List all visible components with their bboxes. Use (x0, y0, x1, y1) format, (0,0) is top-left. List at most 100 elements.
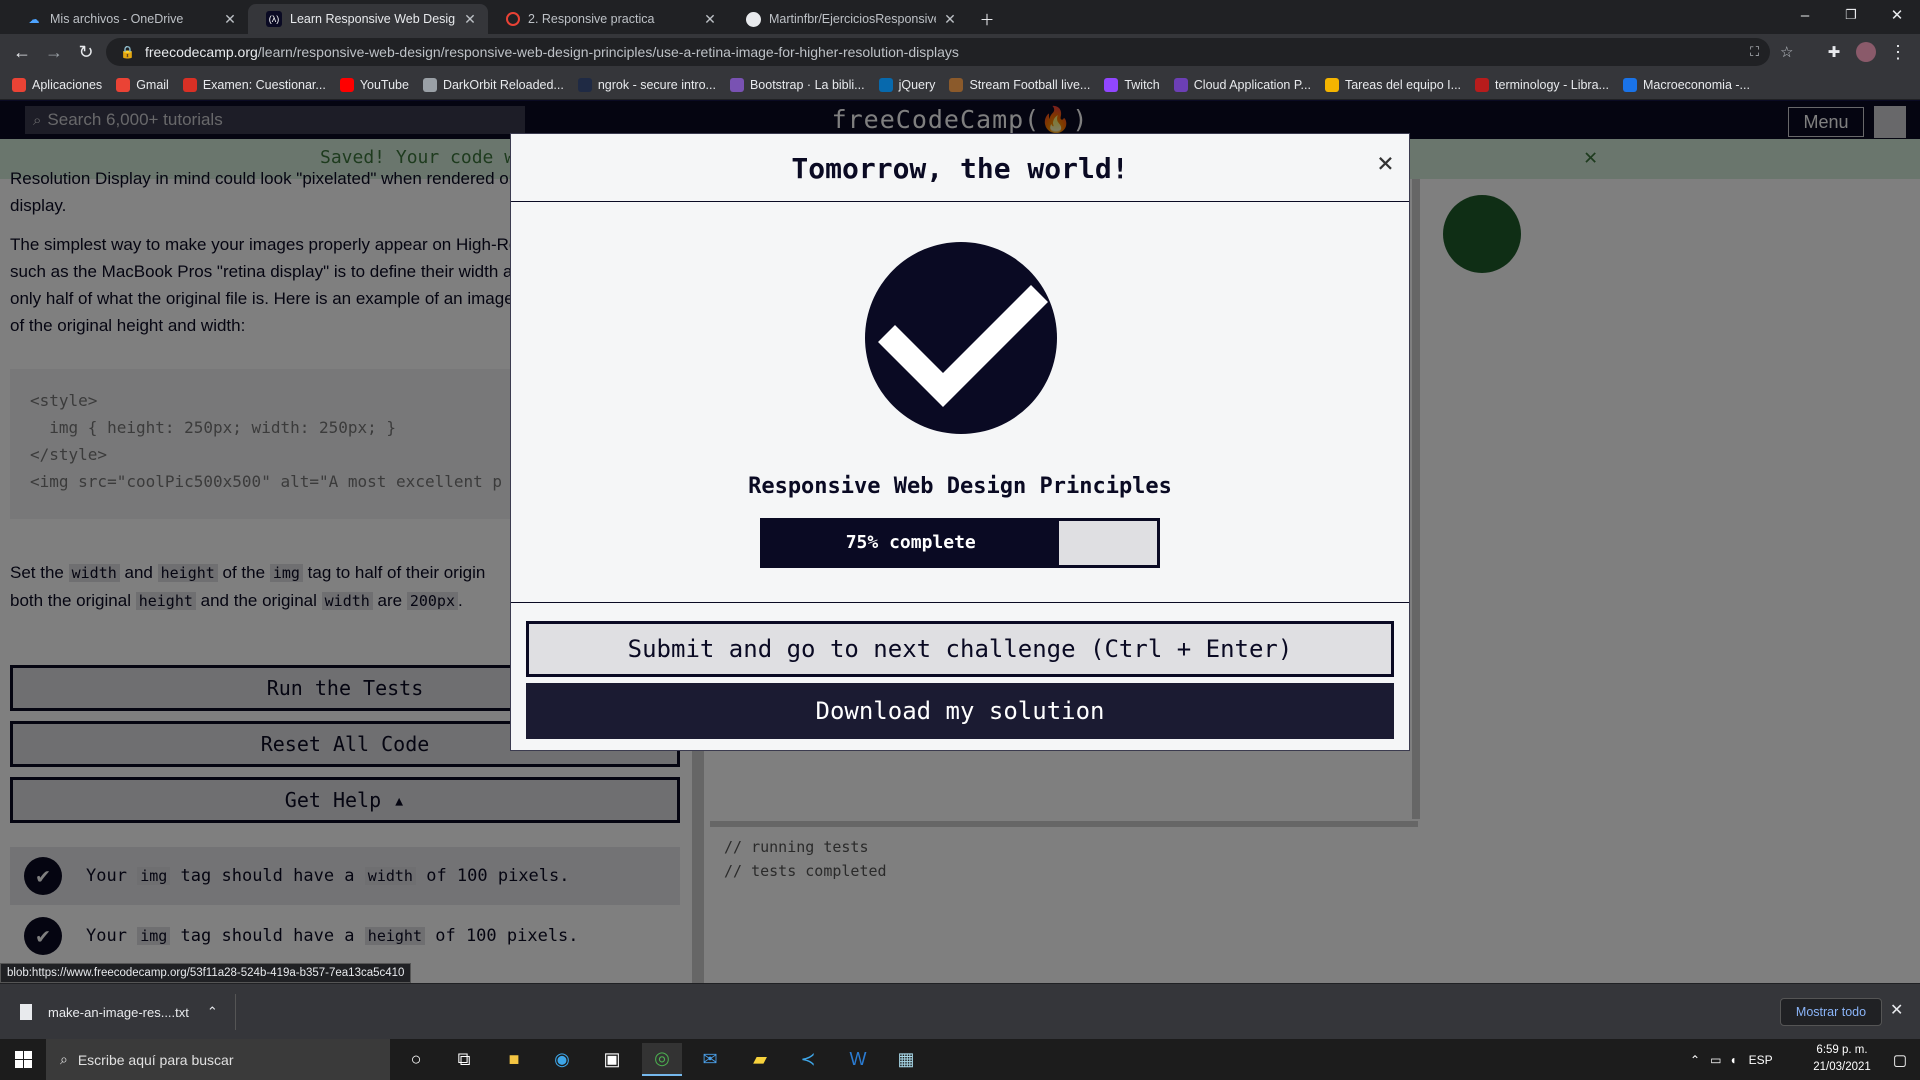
bookmark-label: ngrok - secure intro... (597, 77, 716, 92)
download-solution-button[interactable]: Download my solution (526, 683, 1394, 739)
bookmark-item[interactable]: Cloud Application P... (1173, 77, 1311, 92)
show-all-button[interactable]: Mostrar todo (1780, 998, 1882, 1026)
forward-button[interactable]: → (40, 39, 68, 65)
modal-footer: Submit and go to next challenge (Ctrl + … (511, 602, 1409, 750)
search-icon: ⌕ (60, 1051, 68, 1067)
bookmark-item[interactable]: Tareas del equipo I... (1324, 77, 1462, 92)
bookmark-label: jQuery (898, 77, 936, 92)
back-button[interactable]: ← (8, 39, 36, 65)
windows-start-button[interactable] (0, 1039, 46, 1080)
file-icon (20, 1004, 32, 1020)
bookmark-label: Tareas del equipo I... (1344, 77, 1462, 92)
download-item[interactable]: make-an-image-res....txt ⌃ (10, 994, 236, 1030)
bookmark-item[interactable]: ngrok - secure intro... (577, 77, 716, 92)
notifications-icon[interactable]: ▢ (1880, 1043, 1920, 1076)
close-tab-icon[interactable]: ✕ (702, 11, 718, 28)
bookmarks-bar: Aplicaciones Gmail Examen: Cuestionar... Yo… (0, 70, 1920, 100)
clock[interactable]: 6:59 p. m. 21/03/2021 (1792, 1042, 1892, 1076)
close-tab-icon[interactable]: ✕ (222, 11, 238, 28)
bookmark-label: Cloud Application P... (1193, 77, 1311, 92)
bookmark-label: DarkOrbit Reloaded... (442, 77, 564, 92)
calculator-icon[interactable]: ▦ (886, 1043, 926, 1076)
modal-header: Tomorrow, the world! × (511, 134, 1409, 202)
loading-icon (506, 12, 520, 26)
bookmark-item[interactable]: Stream Football live... (949, 77, 1091, 92)
tab-freecodecamp[interactable]: (λ) Learn Responsive Web Design Pr ✕ (248, 4, 488, 34)
tab-responsive-practica[interactable]: 2. Responsive practica ✕ (488, 4, 728, 34)
chrome-menu-icon[interactable]: ⋮ (1884, 39, 1912, 65)
bookmark-label: Twitch (1124, 77, 1160, 92)
modal-title: Tomorrow, the world! (791, 152, 1129, 185)
volume-icon[interactable]: ◖ (1729, 1053, 1736, 1067)
close-tab-icon[interactable]: ✕ (462, 11, 478, 28)
bookmark-label: Macroeconomia -... (1642, 77, 1750, 92)
bookmark-item[interactable]: jQuery (878, 77, 936, 92)
tab-onedrive[interactable]: ☁ Mis archivos - OneDrive ✕ (8, 4, 248, 34)
edge-icon[interactable]: ◉ (542, 1043, 582, 1076)
bookmark-icon (1104, 77, 1119, 92)
bookmark-icon (116, 77, 131, 92)
vscode-icon[interactable]: ≺ (788, 1043, 828, 1076)
language-indicator[interactable]: ESP (1749, 1053, 1773, 1067)
chrome-icon[interactable]: ◎ (642, 1043, 682, 1076)
bookmark-item[interactable]: Twitch (1104, 77, 1160, 92)
status-url: blob:https://www.freecodecamp.org/53f11a… (0, 963, 412, 983)
close-icon[interactable]: ✕ (1890, 1000, 1903, 1020)
bookmark-icon (878, 77, 893, 92)
extensions-icon[interactable]: ✚ (1820, 39, 1848, 65)
chevron-up-icon[interactable]: ⌃ (1690, 1053, 1700, 1067)
tab-github[interactable]: Martinfbr/EjerciciosResponsive ✕ (728, 4, 968, 34)
bookmark-icon (1324, 77, 1339, 92)
freecodecamp-icon: (λ) (266, 11, 282, 27)
browser-tab-strip: ☁ Mis archivos - OneDrive ✕ (λ) Learn Re… (0, 0, 1920, 34)
translate-icon[interactable]: ⛶ (1750, 44, 1759, 60)
tab-title: Mis archivos - OneDrive (50, 12, 184, 26)
submit-next-button[interactable]: Submit and go to next challenge (Ctrl + … (526, 621, 1394, 677)
bookmark-item[interactable]: Aplicaciones (12, 77, 103, 92)
success-check-icon (865, 242, 1057, 434)
close-window-button[interactable]: ✕ (1874, 0, 1920, 30)
bookmark-item[interactable]: Examen: Cuestionar... (182, 77, 326, 92)
completion-modal: Tomorrow, the world! × Responsive Web De… (510, 133, 1410, 751)
taskbar-search[interactable]: ⌕ Escribe aquí para buscar (46, 1039, 390, 1080)
bookmark-item[interactable]: terminology - Libra... (1475, 77, 1609, 92)
bookmark-item[interactable]: Bootstrap · La bibli... (729, 77, 865, 92)
star-icon[interactable]: ☆ (1780, 43, 1793, 61)
network-icon[interactable]: ▭ (1710, 1053, 1721, 1067)
bookmark-label: Aplicaciones (32, 77, 103, 92)
restore-button[interactable]: ❐ (1828, 0, 1874, 30)
bookmark-icon (949, 77, 964, 92)
onedrive-icon: ☁ (28, 13, 40, 26)
minimize-button[interactable]: – (1782, 0, 1828, 30)
bookmark-label: Examen: Cuestionar... (202, 77, 326, 92)
url-domain: freecodecamp.org (144, 44, 258, 60)
profile-avatar[interactable] (1852, 39, 1880, 65)
tab-title: 2. Responsive practica (528, 12, 655, 26)
bookmark-item[interactable]: DarkOrbit Reloaded... (422, 77, 564, 92)
bookmark-icon (577, 77, 592, 92)
bookmark-item[interactable]: Macroeconomia -... (1622, 77, 1750, 92)
close-tab-icon[interactable]: ✕ (942, 11, 958, 28)
progress-bar: 75% complete (760, 518, 1160, 568)
github-icon (746, 11, 761, 27)
bookmark-icon (12, 77, 26, 92)
bookmark-label: Stream Football live... (969, 77, 1091, 92)
file-explorer-icon[interactable]: ■ (494, 1043, 534, 1076)
mail-icon[interactable]: ✉ (690, 1043, 730, 1076)
cortana-icon[interactable]: ○ (396, 1043, 436, 1076)
bookmark-icon (1622, 77, 1637, 92)
close-icon[interactable]: × (1377, 146, 1394, 179)
sticky-notes-icon[interactable]: ▰ (740, 1043, 780, 1076)
reload-button[interactable]: ↻ (72, 39, 100, 65)
store-icon[interactable]: ▣ (592, 1043, 632, 1076)
url-bar[interactable]: 🔒 freecodecamp.org/learn/responsive-web-… (106, 38, 1793, 66)
tab-title: Learn Responsive Web Design Pr (290, 12, 456, 26)
task-view-icon[interactable]: ⧉ (444, 1043, 484, 1076)
word-icon[interactable]: W (838, 1043, 878, 1076)
bookmark-item[interactable]: Gmail (116, 77, 169, 92)
bookmark-item[interactable]: YouTube (339, 77, 409, 92)
new-tab-button[interactable]: ＋ (972, 4, 1002, 34)
chevron-up-icon[interactable]: ⌃ (207, 1004, 218, 1020)
download-shelf: make-an-image-res....txt ⌃ Mostrar todo … (0, 983, 1920, 1039)
bookmark-icon (729, 77, 744, 92)
